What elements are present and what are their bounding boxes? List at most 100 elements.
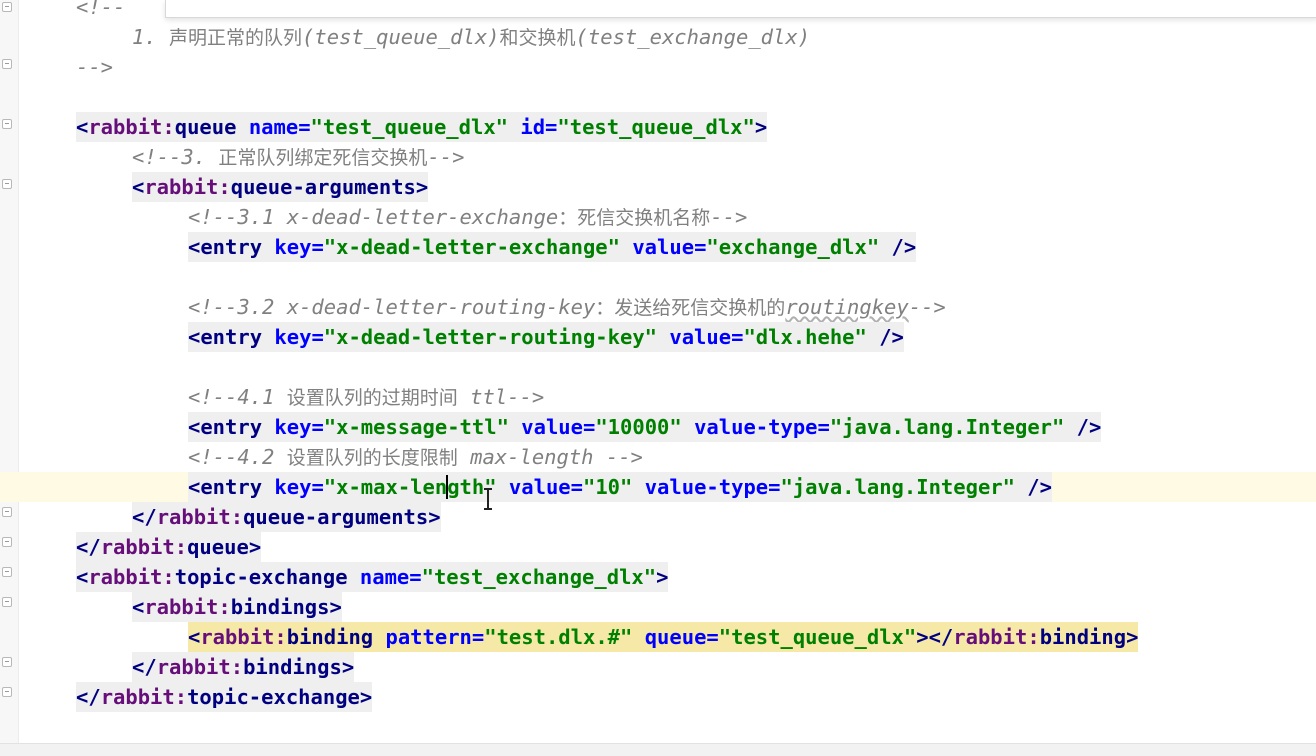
editor-bottom-bar: [0, 743, 1316, 756]
tag-bracket: <: [188, 325, 201, 349]
attribute-name: value: [632, 235, 695, 259]
tag-bracket: />: [1064, 415, 1102, 439]
tag-bracket: >: [656, 565, 669, 589]
code-line[interactable]: </rabbit:queue>: [0, 532, 1316, 562]
attribute-value: "x-message-ttl": [323, 415, 509, 439]
tag-colon: :: [218, 175, 231, 199]
xml-comment: <!--3.1 x-dead-letter-exchange：死信交换机名称--…: [188, 205, 747, 229]
tag-namespace: rabbit: [156, 655, 231, 679]
code-line[interactable]: <entry key="x-dead-letter-routing-key" v…: [0, 322, 1316, 352]
comment-text-run: 设置队列的长度限制: [286, 447, 458, 469]
tag-name: queue-arguments: [230, 175, 416, 199]
attribute-value: "x-dead-letter-routing-key": [323, 325, 658, 349]
attribute-name: name: [248, 115, 299, 139]
tag-bracket: <: [188, 235, 201, 259]
code-line[interactable]: <!--3.1 x-dead-letter-exchange：死信交换机名称--…: [0, 202, 1316, 232]
attribute-equals: =: [311, 325, 324, 349]
code-line[interactable]: <rabbit:binding pattern="test.dlx.#" que…: [0, 622, 1316, 652]
code-line[interactable]: </rabbit:topic-exchange>: [0, 682, 1316, 712]
attribute-equals: =: [471, 625, 485, 649]
tag-name: binding: [286, 625, 374, 649]
comment-text-run: ：发送给死信交换机的: [595, 297, 786, 319]
tag-name: bindings: [243, 655, 342, 679]
comment-text-run: -->: [427, 145, 465, 169]
attribute-value: "java.lang.Integer": [829, 415, 1065, 439]
code-line[interactable]: <entry key="x-message-ttl" value="10000"…: [0, 412, 1316, 442]
code-line-content: <!--: [76, 0, 125, 22]
tag-bracket: </: [132, 655, 157, 679]
tag-bracket: />: [866, 325, 904, 349]
tag-bracket: <: [188, 625, 201, 649]
code-line[interactable]: <rabbit:queue-arguments>: [0, 172, 1316, 202]
code-line-content: <!--3. 正常队列绑定死信交换机-->: [132, 142, 464, 173]
code-line-content: <rabbit:queue name="test_queue_dlx" id="…: [76, 112, 768, 142]
code-line[interactable]: <!--4.1 设置队列的过期时间 ttl-->: [0, 382, 1316, 412]
attribute-value: "10": [582, 475, 633, 499]
attribute-equals: =: [694, 235, 707, 259]
comment-text-run: <!--: [76, 0, 126, 19]
attribute-name: id: [520, 115, 546, 139]
tag-name: topic-exchange: [174, 565, 348, 589]
attribute-value: "java.lang.Integer": [780, 475, 1015, 499]
xml-comment: <!--4.2 设置队列的长度限制 max-length -->: [188, 445, 643, 469]
code-line[interactable]: <!--: [0, 0, 1316, 22]
tag-bracket: >: [1126, 625, 1139, 649]
tag-bracket: <: [132, 595, 145, 619]
comment-text-run: (test_exchange_dlx): [575, 25, 811, 49]
tag-bracket: >: [329, 595, 342, 619]
tag-bracket: >: [428, 505, 441, 529]
attribute-equals: =: [731, 325, 744, 349]
code-line[interactable]: <!--3.2 x-dead-letter-routing-key：发送给死信交…: [0, 292, 1316, 322]
attribute-equals: =: [706, 625, 719, 649]
tag-bracket: >: [754, 115, 768, 139]
attribute-equals: =: [582, 415, 596, 439]
code-line[interactable]: <!--3. 正常队列绑定死信交换机-->: [0, 142, 1316, 172]
code-line[interactable]: <rabbit:topic-exchange name="test_exchan…: [0, 562, 1316, 592]
tag-name: queue-arguments: [243, 505, 429, 529]
attribute-name: pattern: [385, 625, 472, 649]
comment-text-run: 1.: [132, 25, 170, 49]
code-line-content: <!--4.2 设置队列的长度限制 max-length -->: [188, 442, 643, 473]
comment-text-run: 声明正常的队列: [169, 27, 303, 49]
code-line[interactable]: <entry key="x-max-length" value="10" val…: [0, 472, 1316, 502]
code-line[interactable]: -->: [0, 52, 1316, 82]
code-line[interactable]: <!--4.2 设置队列的长度限制 max-length -->: [0, 442, 1316, 472]
xml-comment: <!--3.2 x-dead-letter-routing-key：发送给死信交…: [188, 295, 946, 319]
attribute-value: "x-dead-letter-exchange": [323, 235, 620, 259]
attribute-value: "test_queue_dlx": [310, 115, 509, 139]
tag-bracket: <: [188, 475, 201, 499]
xml-comment: -->: [76, 55, 113, 79]
comment-text-run: 设置队列的过期时间: [286, 387, 458, 409]
code-line[interactable]: </rabbit:bindings>: [0, 652, 1316, 682]
attribute-name: value-type: [694, 415, 818, 439]
code-line-content: </rabbit:queue-arguments>: [132, 502, 441, 532]
code-line[interactable]: <rabbit:queue name="test_queue_dlx" id="…: [0, 112, 1316, 142]
attribute-equals: =: [311, 415, 324, 439]
code-line[interactable]: <rabbit:bindings>: [0, 592, 1316, 622]
attribute-equals: =: [409, 565, 422, 589]
tag-namespace: rabbit: [100, 685, 175, 709]
comment-text-run: <!--3.2 x-dead-letter-routing-key: [188, 295, 596, 319]
comment-text-run: ttl-->: [457, 385, 545, 409]
tag-colon: :: [162, 115, 175, 139]
comment-text-run: <!--4.2: [188, 445, 287, 469]
attribute-value: "10000": [595, 415, 682, 439]
attribute-name: key: [274, 235, 312, 259]
comment-text-run: routingkey-->: [785, 295, 946, 319]
tag-bracket: >: [359, 685, 373, 709]
tag-namespace: rabbit: [156, 505, 231, 529]
code-line[interactable]: 1. 声明正常的队列(test_queue_dlx)和交换机(test_exch…: [0, 22, 1316, 52]
tag-colon: :: [174, 535, 188, 559]
tag-name: bindings: [230, 595, 330, 619]
tag-namespace: rabbit: [144, 595, 219, 619]
code-line[interactable]: <entry key="x-dead-letter-exchange" valu…: [0, 232, 1316, 262]
code-line-content: <rabbit:topic-exchange name="test_exchan…: [76, 562, 669, 592]
code-line-content: <rabbit:binding pattern="test.dlx.#" que…: [188, 622, 1139, 652]
comment-text-run: 和交换机: [499, 27, 576, 49]
code-line[interactable]: </rabbit:queue-arguments>: [0, 502, 1316, 532]
attribute-value: "dlx.hehe": [743, 325, 867, 349]
tag-colon: :: [218, 595, 231, 619]
tag-namespace: rabbit: [953, 625, 1028, 649]
tag-name: queue: [174, 115, 237, 139]
tag-bracket: </: [76, 535, 101, 559]
